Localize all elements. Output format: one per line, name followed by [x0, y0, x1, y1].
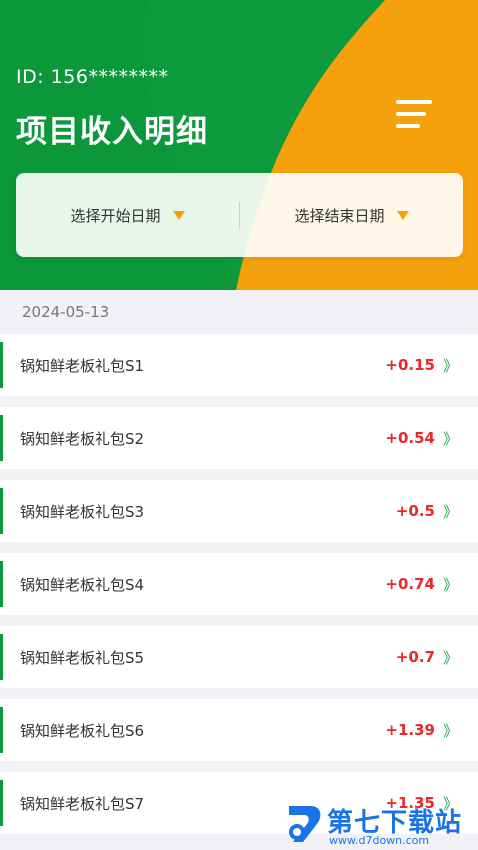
user-id-label: ID: 156********	[16, 66, 169, 88]
list-item[interactable]: 锅知鲜老板礼包S4 +0.74 》	[0, 553, 478, 615]
date-range-picker: 选择开始日期 选择结束日期	[16, 173, 463, 257]
list-item[interactable]: 锅知鲜老板礼包S2 +0.54 》	[0, 407, 478, 469]
list-item[interactable]: 锅知鲜老板礼包S1 +0.15 》	[0, 334, 478, 396]
end-date-picker[interactable]: 选择结束日期	[240, 173, 463, 257]
item-amount: +0.5	[395, 502, 435, 520]
watermark-url: www.d7down.com	[329, 834, 430, 847]
item-amount: +0.15	[385, 356, 435, 374]
caret-down-icon	[396, 210, 409, 220]
item-amount: +1.39	[385, 721, 435, 739]
list-item[interactable]: 锅知鲜老板礼包S5 +0.7 》	[0, 626, 478, 688]
watermark-logo-icon	[289, 806, 321, 842]
item-name: 锅知鲜老板礼包S7	[20, 794, 145, 813]
item-name: 锅知鲜老板礼包S1	[20, 356, 145, 375]
item-amount: +0.54	[385, 429, 435, 447]
chevron-right-icon: 》	[442, 721, 458, 740]
date-group-header: 2024-05-13	[22, 303, 110, 321]
item-name: 锅知鲜老板礼包S4	[20, 575, 145, 594]
menu-icon[interactable]	[396, 100, 432, 130]
income-list: 锅知鲜老板礼包S1 +0.15 》 锅知鲜老板礼包S2 +0.54 》 锅知鲜老板礼…	[0, 334, 478, 845]
start-date-label: 选择开始日期	[70, 206, 161, 225]
caret-down-icon	[172, 210, 185, 220]
chevron-right-icon: 》	[442, 356, 458, 375]
end-date-label: 选择结束日期	[294, 206, 385, 225]
item-amount: +0.7	[395, 648, 435, 666]
item-amount: +0.74	[385, 575, 435, 593]
chevron-right-icon: 》	[442, 502, 458, 521]
start-date-picker[interactable]: 选择开始日期	[16, 173, 239, 257]
list-item[interactable]: 锅知鲜老板礼包S3 +0.5 》	[0, 480, 478, 542]
list-item[interactable]: 锅知鲜老板礼包S6 +1.39 》	[0, 699, 478, 761]
chevron-right-icon: 》	[442, 575, 458, 594]
item-name: 锅知鲜老板礼包S2	[20, 429, 145, 448]
watermark: 第七下载站 www.d7down.com	[285, 800, 478, 850]
page-title: 项目收入明细	[16, 114, 208, 150]
chevron-right-icon: 》	[442, 429, 458, 448]
item-name: 锅知鲜老板礼包S3	[20, 502, 145, 521]
chevron-right-icon: 》	[442, 648, 458, 667]
item-name: 锅知鲜老板礼包S5	[20, 648, 145, 667]
item-name: 锅知鲜老板礼包S6	[20, 721, 145, 740]
